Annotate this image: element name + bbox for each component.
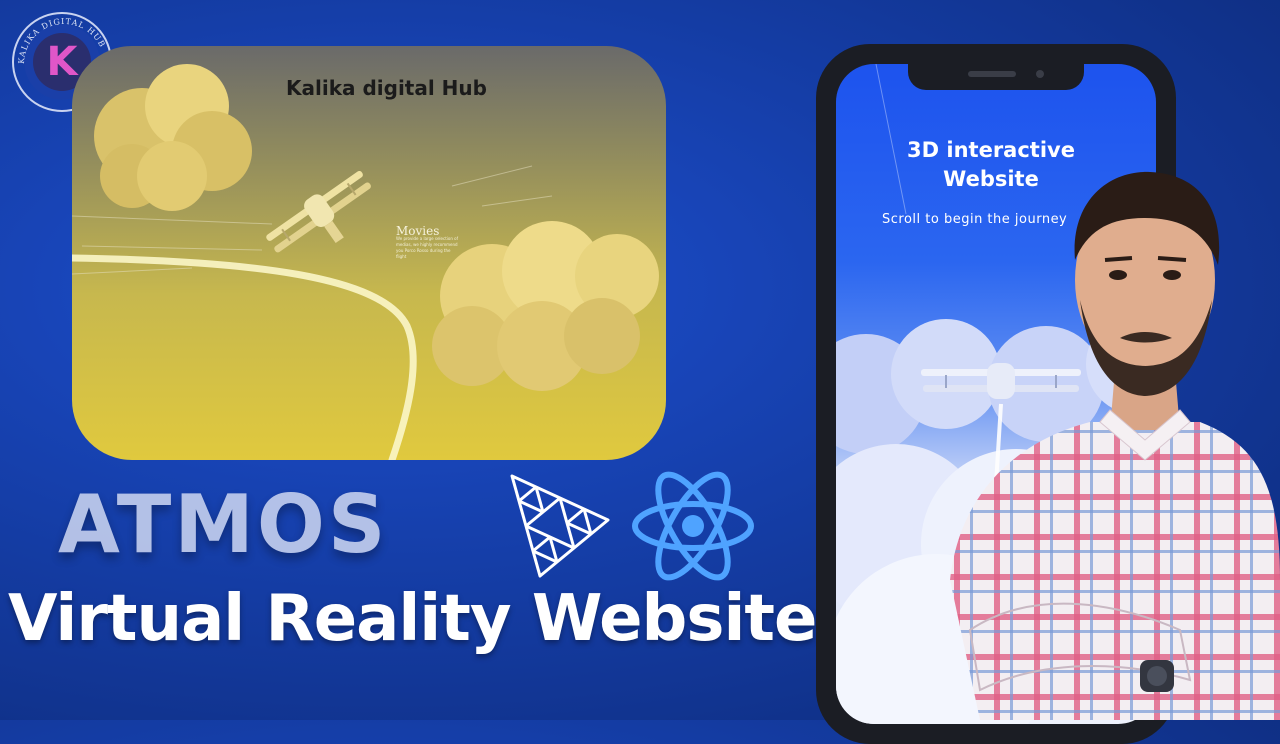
preview-scene xyxy=(72,64,659,460)
threejs-logo-icon xyxy=(510,474,610,578)
presenter-photo xyxy=(950,171,1280,720)
contrail xyxy=(72,254,417,460)
atmos-title: ATMOS xyxy=(58,478,389,571)
preview-brand-title: Kalika digital Hub xyxy=(286,76,487,100)
cloud-right xyxy=(432,221,659,391)
camera-icon xyxy=(1036,70,1044,78)
biplane-icon xyxy=(266,170,371,253)
movies-description: We provide a large selection of medias, … xyxy=(396,236,458,259)
cloud-top-left xyxy=(94,64,252,211)
website-preview-card: Kalika digital Hub Movies We provide a l… xyxy=(72,46,666,460)
headline-title: Virtual Reality Websites xyxy=(8,582,854,656)
react-logo-icon xyxy=(632,471,754,581)
speaker-icon xyxy=(968,71,1016,77)
phone-notch xyxy=(908,64,1084,90)
